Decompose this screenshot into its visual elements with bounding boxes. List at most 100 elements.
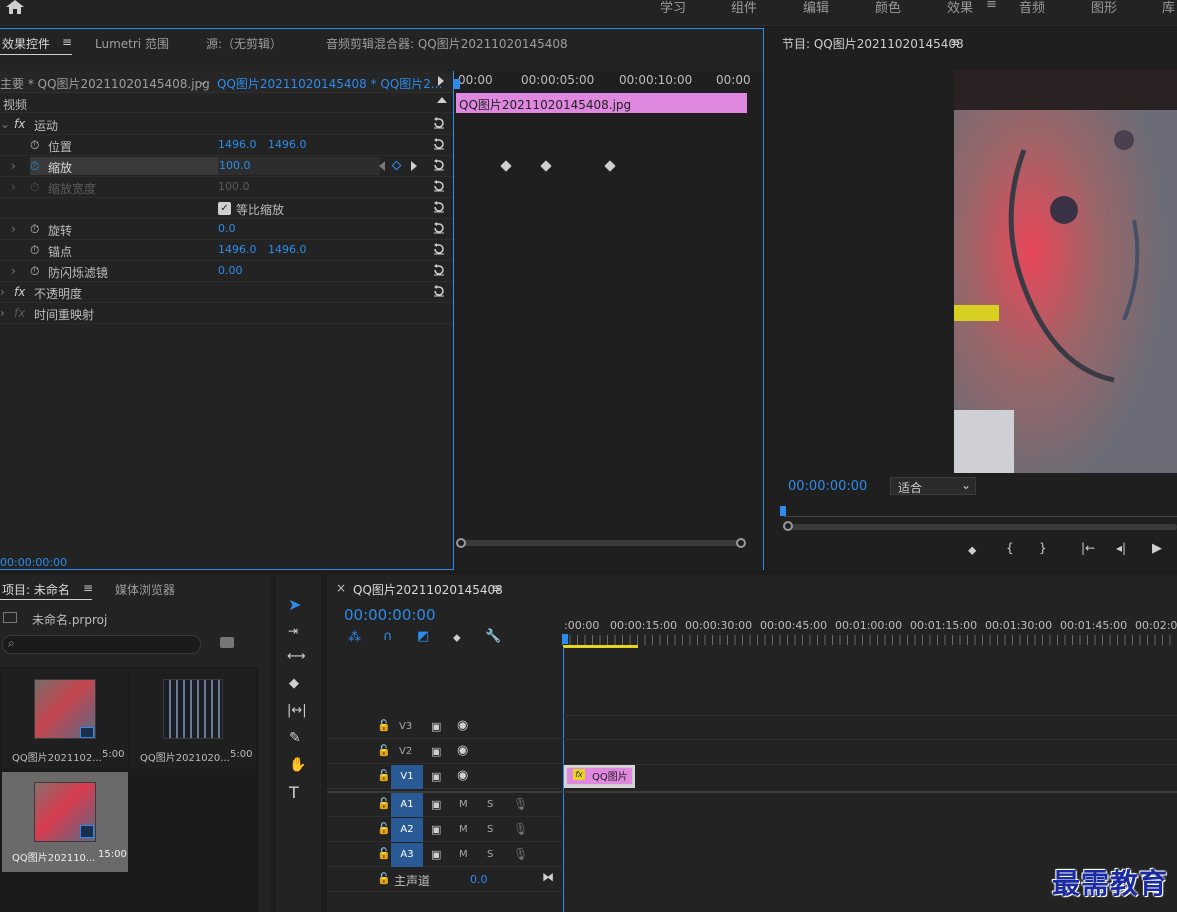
microphone-icon[interactable]: 🎙	[513, 822, 528, 836]
program-menu-icon[interactable]: ≡	[950, 35, 960, 49]
timeline-timecode[interactable]: 00:00:00:00	[344, 606, 436, 624]
anchor-x-value[interactable]: 1496.0	[218, 243, 257, 256]
go-to-end-icon[interactable]: ⧓	[542, 870, 554, 884]
home-icon[interactable]	[6, 0, 24, 14]
program-monitor-title[interactable]: 节目: QQ图片20211020145408	[782, 35, 964, 52]
close-tab-icon[interactable]: ×	[336, 581, 346, 595]
reset-icon[interactable]	[433, 180, 445, 192]
mute-button[interactable]: M	[459, 824, 468, 835]
fit-dropdown[interactable]: 适合 ⌄	[890, 477, 976, 495]
expand-chevron-icon[interactable]: ›	[11, 180, 16, 194]
workspace-tab-audio[interactable]: 音频	[1019, 0, 1045, 16]
stopwatch-icon[interactable]: ⏱	[30, 264, 39, 279]
track-target-button[interactable]: A3	[391, 843, 423, 867]
project-search-input[interactable]: ⌕	[2, 635, 201, 654]
tab-lumetri-scopes[interactable]: Lumetri 范围	[95, 35, 169, 52]
position-x-value[interactable]: 1496.0	[218, 138, 257, 151]
snap-magnet-icon[interactable]: ∩	[383, 629, 393, 644]
tab-source[interactable]: 源:（无剪辑）	[206, 35, 282, 52]
lock-icon[interactable]: 🔓	[377, 744, 391, 757]
stopwatch-active-icon[interactable]: ⏱	[30, 159, 39, 174]
collapse-up-icon[interactable]	[437, 97, 447, 103]
solo-button[interactable]: S	[487, 849, 493, 860]
timeline-ruler[interactable]: :00:00 00:00:15:00 00:00:30:00 00:00:45:…	[562, 617, 1177, 648]
sequence-tab[interactable]: QQ图片20211020145408	[353, 581, 503, 598]
lock-icon[interactable]: 🔓	[377, 847, 391, 860]
sync-lock-icon[interactable]: ▣	[431, 745, 441, 758]
track-target-button[interactable]: V1	[391, 765, 423, 789]
stopwatch-icon[interactable]: ⏱	[30, 138, 39, 153]
solo-button[interactable]: S	[487, 824, 493, 835]
timeline-playhead-marker[interactable]	[562, 634, 568, 644]
program-scrollbar[interactable]	[789, 524, 1177, 530]
program-playhead-marker[interactable]	[780, 506, 786, 516]
reset-icon[interactable]	[433, 201, 445, 213]
linked-selection-icon[interactable]: ◩	[417, 629, 429, 644]
reset-icon[interactable]	[433, 222, 445, 234]
project-item[interactable]: QQ图片2021102... 5:00	[2, 669, 128, 769]
workspace-tab-color[interactable]: 颜色	[875, 0, 901, 16]
workspace-tab-effects[interactable]: 效果	[947, 0, 973, 16]
solo-button[interactable]: S	[487, 799, 493, 810]
track-target-button[interactable]: A2	[391, 818, 423, 842]
program-video-frame[interactable]	[954, 70, 1177, 473]
reset-icon[interactable]	[433, 264, 445, 276]
workspace-menu-icon[interactable]: ≡	[986, 0, 997, 12]
effect-controls-timecode[interactable]: 00:00:00:00	[0, 556, 67, 569]
tab-media-browser[interactable]: 媒体浏览器	[115, 581, 175, 598]
microphone-icon[interactable]: 🎙	[513, 797, 528, 811]
nest-icon[interactable]: ⁂	[348, 630, 361, 645]
horizontal-scrollbar[interactable]	[461, 540, 741, 546]
fx-icon[interactable]: fx	[14, 117, 25, 131]
master-clip-label[interactable]: 主要 * QQ图片20211020145408.jpg	[0, 75, 210, 92]
prev-keyframe-icon[interactable]	[379, 161, 385, 171]
wrench-icon[interactable]: 🔧	[485, 629, 501, 644]
work-area-bar[interactable]	[563, 645, 638, 648]
hand-tool-icon[interactable]: ✋	[289, 757, 306, 773]
expand-chevron-icon[interactable]: ›	[11, 264, 16, 278]
add-marker-icon[interactable]: ⬥	[453, 631, 461, 645]
reset-icon[interactable]	[433, 159, 445, 171]
position-y-value[interactable]: 1496.0	[268, 138, 307, 151]
expand-chevron-icon[interactable]: ›	[11, 222, 16, 236]
keyframe-diamond[interactable]	[604, 160, 616, 172]
rotation-value[interactable]: 0.0	[218, 222, 236, 235]
uniform-scale-checkbox[interactable]: ✓	[218, 202, 231, 215]
selection-tool-icon[interactable]: ➤	[288, 595, 301, 614]
clip-bar[interactable]: QQ图片20211020145408.jpg	[456, 93, 747, 113]
program-timecode[interactable]: 00:00:00:00	[788, 479, 867, 494]
eye-icon[interactable]: ◉	[457, 768, 468, 783]
keyframe-diamond[interactable]	[540, 160, 552, 172]
expand-chevron-icon[interactable]: ›	[0, 285, 5, 299]
project-item[interactable]: QQ图片2021020... 5:00	[130, 669, 256, 769]
sync-lock-icon[interactable]: ▣	[431, 823, 441, 836]
tab-effect-controls[interactable]: 效果控件	[2, 35, 50, 52]
pen-tool-icon[interactable]: ✎	[289, 730, 301, 746]
add-marker-icon[interactable]: ⬥	[968, 543, 976, 558]
stopwatch-icon[interactable]: ⏱	[30, 243, 39, 258]
scroll-handle-left[interactable]	[456, 538, 466, 548]
stopwatch-icon[interactable]: ⏱	[30, 222, 39, 237]
v1-clip[interactable]: fx QQ图片	[564, 765, 635, 788]
reset-icon[interactable]	[433, 138, 445, 150]
sequence-clip-label[interactable]: QQ图片20211020145408 * QQ图片2...	[217, 75, 442, 92]
next-keyframe-icon[interactable]	[411, 161, 417, 171]
lock-icon[interactable]: 🔓	[377, 797, 391, 810]
slip-tool-icon[interactable]: |↔|	[287, 703, 307, 718]
type-tool-icon[interactable]: T	[289, 783, 299, 802]
playhead-marker[interactable]	[454, 79, 460, 89]
master-volume-value[interactable]: 0.0	[470, 873, 488, 886]
tab-project[interactable]: 项目: 未命名	[2, 581, 70, 598]
chevron-down-icon[interactable]: ⌄	[198, 74, 208, 88]
flicker-value[interactable]: 0.00	[218, 264, 243, 277]
mark-out-icon[interactable]: }	[1039, 541, 1047, 555]
expand-chevron-icon[interactable]: ⌄	[0, 117, 10, 131]
lock-icon[interactable]: 🔓	[377, 769, 391, 782]
workspace-tab-libraries[interactable]: 库	[1162, 0, 1175, 16]
mark-in-icon[interactable]: {	[1006, 541, 1014, 555]
razor-tool-icon[interactable]: ◆	[289, 676, 299, 691]
workspace-tab-assembly[interactable]: 组件	[731, 0, 757, 16]
project-item-selected[interactable]: QQ图片202110... 15:00	[2, 772, 128, 872]
lock-icon[interactable]: 🔓	[377, 872, 391, 885]
tab-menu-icon[interactable]: ≡	[62, 35, 72, 49]
